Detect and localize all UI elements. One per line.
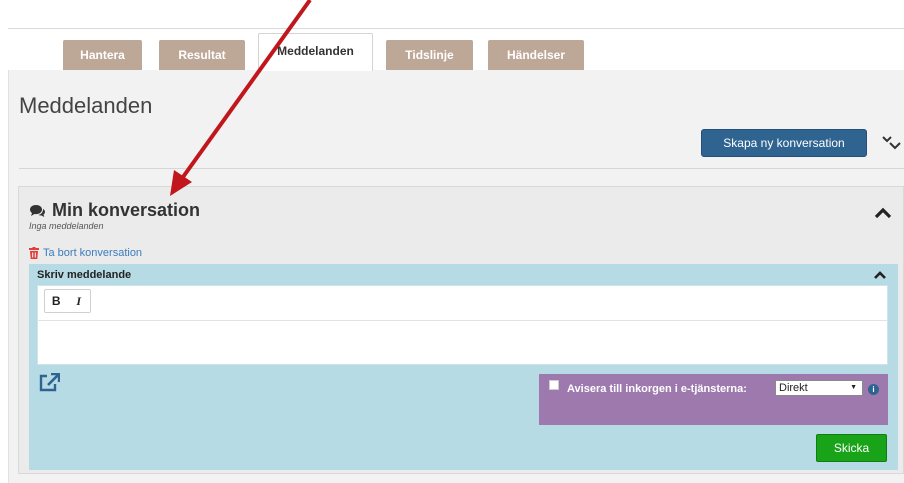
conversation-subtitle: Inga meddelanden — [29, 221, 104, 231]
message-editor[interactable] — [37, 285, 888, 365]
italic-button[interactable]: I — [68, 290, 91, 312]
conversation-header[interactable]: Min konversation — [29, 200, 200, 221]
external-link-icon[interactable] — [38, 373, 60, 393]
chevron-down-icon[interactable] — [881, 134, 901, 152]
tab-hantera[interactable]: Hantera — [63, 40, 142, 70]
info-icon[interactable]: i — [868, 384, 879, 395]
bold-button[interactable]: B — [45, 290, 68, 312]
tab-meddelanden[interactable]: Meddelanden — [258, 33, 373, 71]
conversation-title: Min konversation — [52, 200, 201, 220]
comment-icon — [30, 204, 45, 217]
trash-icon — [29, 247, 39, 259]
compose-title: Skriv meddelande — [37, 269, 132, 281]
section-divider — [19, 168, 904, 169]
page-title: Meddelanden — [19, 93, 153, 118]
send-button[interactable]: Skicka — [816, 434, 887, 462]
chevron-up-icon[interactable] — [874, 206, 892, 220]
chevron-up-icon[interactable] — [873, 270, 887, 280]
tab-handelser[interactable]: Händelser — [488, 40, 584, 70]
new-conversation-button[interactable]: Skapa ny konversation — [701, 129, 867, 157]
tabbar-line — [8, 28, 904, 29]
tab-tidslinje[interactable]: Tidslinje — [386, 40, 473, 70]
tab-resultat[interactable]: Resultat — [159, 40, 245, 70]
delete-conversation-label: Ta bort konversation — [43, 247, 143, 259]
editor-toolbar-divider — [37, 320, 888, 321]
delete-conversation-link[interactable]: Ta bort konversation — [29, 247, 142, 259]
dropdown-caret-icon: ▼ — [850, 384, 857, 391]
format-toolbar: B I — [44, 289, 91, 313]
notify-label: Avisera till inkorgen i e-tjänsterna: — [567, 383, 747, 395]
notify-select[interactable]: Direkt ▼ — [775, 380, 863, 396]
notify-select-value: Direkt — [779, 382, 808, 394]
notify-checkbox[interactable] — [549, 380, 559, 390]
